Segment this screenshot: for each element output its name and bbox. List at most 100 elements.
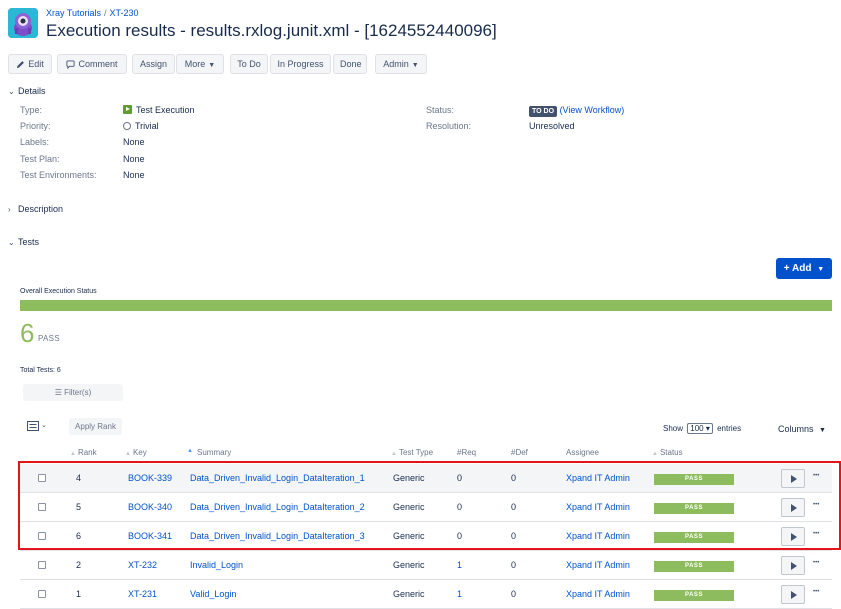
page-size-select[interactable]: 100 ▾ bbox=[687, 423, 713, 434]
assign-button[interactable]: Assign bbox=[132, 54, 175, 74]
page-size-value: 100 bbox=[690, 424, 704, 433]
bulk-actions-menu[interactable]: ⌄ bbox=[27, 421, 49, 433]
assignee-link[interactable]: Xpand IT Admin bbox=[566, 589, 630, 599]
row-checkbox[interactable] bbox=[38, 590, 46, 598]
execute-play-button[interactable] bbox=[781, 469, 805, 488]
rank-cell: 5 bbox=[76, 502, 82, 512]
key-link[interactable]: XT-231 bbox=[128, 589, 157, 599]
execute-play-button[interactable] bbox=[781, 527, 805, 546]
tests-section-toggle[interactable]: ⌄ Tests bbox=[8, 237, 39, 247]
status-badge: PASS bbox=[654, 590, 734, 601]
pass-count: 6 bbox=[20, 318, 35, 348]
table-row[interactable]: 5 BOOK-340 Data_Driven_Invalid_Login_DataI… bbox=[20, 493, 832, 522]
chevron-down-icon: ▾ bbox=[705, 424, 710, 433]
summary-link[interactable]: Data_Driven_Invalid_Login_DataIteration_… bbox=[190, 473, 365, 483]
more-actions-icon[interactable]: ••• bbox=[813, 531, 819, 537]
resolution-value: Unresolved bbox=[529, 121, 575, 131]
status-badge: PASS bbox=[654, 532, 734, 543]
details-section-toggle[interactable]: ⌄ Details bbox=[8, 86, 46, 96]
admin-button[interactable]: Admin ▼ bbox=[375, 54, 427, 74]
column-header-key[interactable]: ▲ Key bbox=[125, 448, 147, 457]
filters-button[interactable]: ☰ Filter(s) bbox=[23, 384, 123, 401]
more-button[interactable]: More ▼ bbox=[176, 54, 224, 74]
sort-ascending-icon: ▲ bbox=[187, 448, 193, 454]
status-header-label: Status bbox=[659, 448, 683, 457]
in-progress-transition-button[interactable]: In Progress bbox=[270, 54, 331, 74]
project-avatar[interactable] bbox=[8, 8, 38, 38]
overall-status-label: Overall Execution Status bbox=[20, 288, 97, 295]
column-header-assignee[interactable]: Assignee bbox=[566, 448, 599, 457]
sort-icon: ▲ bbox=[652, 451, 658, 457]
status-badge: PASS bbox=[654, 561, 734, 572]
column-header-req[interactable]: #Req bbox=[457, 448, 476, 457]
test-type-cell: Generic bbox=[393, 589, 425, 599]
table-row[interactable]: 2 XT-232 Invalid_Login Generic 1 0 Xpand IT Ad… bbox=[20, 551, 832, 580]
table-row[interactable]: 1 XT-231 Valid_Login Generic 1 0 Xpand IT Admi… bbox=[20, 580, 832, 609]
column-header-status[interactable]: ▲ Status bbox=[652, 448, 683, 457]
details-heading: Details bbox=[18, 86, 46, 96]
resolution-label: Resolution: bbox=[426, 121, 472, 131]
pass-count-label: PASS bbox=[38, 334, 60, 343]
column-header-test-type[interactable]: ▲ Test Type bbox=[391, 448, 433, 457]
test-execution-icon bbox=[123, 105, 132, 114]
column-header-summary[interactable]: ▲ bbox=[187, 445, 195, 454]
rank-cell: 1 bbox=[76, 589, 82, 599]
done-transition-button[interactable]: Done bbox=[333, 54, 367, 74]
row-checkbox[interactable] bbox=[38, 561, 46, 569]
add-tests-button[interactable]: + Add ▼ bbox=[776, 258, 832, 279]
assignee-link[interactable]: Xpand IT Admin bbox=[566, 502, 630, 512]
page-size-control: Show 100 ▾ entries bbox=[663, 423, 741, 434]
summary-link[interactable]: Data_Driven_Invalid_Login_DataIteration_… bbox=[190, 502, 365, 512]
columns-button[interactable]: Columns ▼ bbox=[778, 424, 826, 434]
priority-value-text: Trivial bbox=[135, 121, 159, 131]
robot-icon bbox=[8, 8, 38, 38]
view-workflow-link[interactable]: (View Workflow) bbox=[560, 105, 625, 115]
comment-label: Comment bbox=[78, 59, 118, 69]
comment-button[interactable]: Comment bbox=[57, 54, 127, 74]
rank-cell: 6 bbox=[76, 531, 82, 541]
table-row[interactable]: 4 BOOK-339 Data_Driven_Invalid_Login_DataI… bbox=[20, 464, 832, 493]
test-plan-label: Test Plan: bbox=[20, 154, 60, 164]
tests-heading: Tests bbox=[18, 237, 40, 247]
req-count: 0 bbox=[457, 531, 463, 541]
test-plan-value: None bbox=[123, 154, 145, 164]
more-actions-icon[interactable]: ••• bbox=[813, 589, 819, 595]
apply-rank-button[interactable]: Apply Rank bbox=[69, 418, 122, 435]
execute-play-button[interactable] bbox=[781, 556, 805, 575]
summary-link[interactable]: Valid_Login bbox=[190, 589, 236, 599]
key-link[interactable]: BOOK-339 bbox=[128, 473, 172, 483]
more-actions-icon[interactable]: ••• bbox=[813, 473, 819, 479]
execute-play-button[interactable] bbox=[781, 585, 805, 604]
row-checkbox[interactable] bbox=[38, 503, 46, 511]
assignee-link[interactable]: Xpand IT Admin bbox=[566, 473, 630, 483]
description-section-toggle[interactable]: › Description bbox=[8, 204, 63, 214]
assignee-link[interactable]: Xpand IT Admin bbox=[566, 531, 630, 541]
chevron-down-icon: ▼ bbox=[817, 266, 825, 273]
column-header-rank[interactable]: ▲ Rank bbox=[70, 448, 97, 457]
table-row[interactable]: 6 BOOK-341 Data_Driven_Invalid_Login_DataI… bbox=[20, 522, 832, 551]
def-count: 0 bbox=[511, 589, 517, 599]
column-header-def[interactable]: #Def bbox=[511, 448, 528, 457]
more-actions-icon[interactable]: ••• bbox=[813, 502, 819, 508]
summary-link[interactable]: Invalid_Login bbox=[190, 560, 243, 570]
chevron-right-icon: › bbox=[8, 205, 11, 214]
assignee-link[interactable]: Xpand IT Admin bbox=[566, 560, 630, 570]
row-checkbox[interactable] bbox=[38, 474, 46, 482]
key-link[interactable]: BOOK-340 bbox=[128, 502, 172, 512]
more-actions-icon[interactable]: ••• bbox=[813, 560, 819, 566]
key-link[interactable]: XT-232 bbox=[128, 560, 157, 570]
execute-play-button[interactable] bbox=[781, 498, 805, 517]
overall-status-bar bbox=[20, 300, 832, 311]
edit-button[interactable]: Edit bbox=[8, 54, 52, 74]
key-link[interactable]: BOOK-341 bbox=[128, 531, 172, 541]
def-count: 0 bbox=[511, 531, 517, 541]
row-checkbox[interactable] bbox=[38, 532, 46, 540]
req-count: 0 bbox=[457, 473, 463, 483]
sort-icon: ▲ bbox=[70, 451, 76, 457]
todo-transition-button[interactable]: To Do bbox=[230, 54, 268, 74]
breadcrumb-issue-link[interactable]: XT-230 bbox=[110, 8, 139, 18]
summary-link[interactable]: Data_Driven_Invalid_Login_DataIteration_… bbox=[190, 531, 365, 541]
def-count: 0 bbox=[511, 560, 517, 570]
breadcrumb-project-link[interactable]: Xray Tutorials bbox=[46, 8, 101, 18]
test-type-cell: Generic bbox=[393, 531, 425, 541]
